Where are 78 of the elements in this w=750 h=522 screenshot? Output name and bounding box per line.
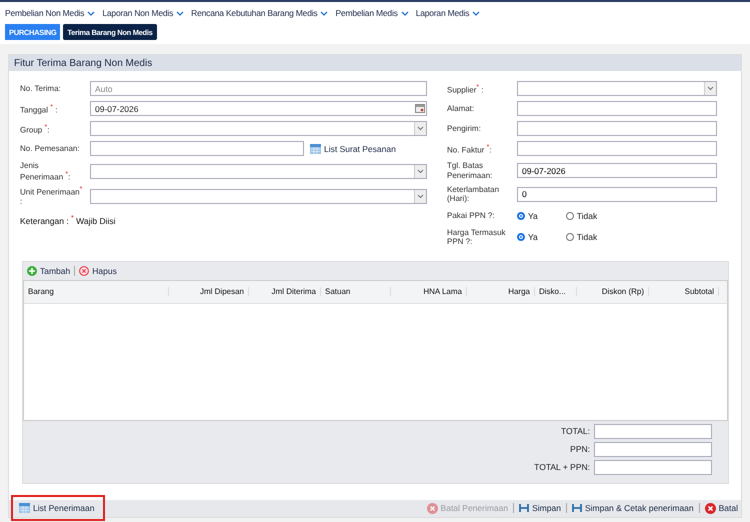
field-label: Harga Termasuk PPN ?: [447,228,507,247]
text-field[interactable] [90,141,304,156]
action-button[interactable]: Simpan [519,503,561,514]
text-field[interactable] [517,141,717,156]
chevron-down-icon[interactable] [414,164,426,178]
column-header[interactable]: Subtotal [649,287,719,296]
chevron-down-icon [87,10,96,16]
field-label: No. Pemesanan: [20,144,81,154]
chevron-down-icon [472,10,480,16]
dropdown-field[interactable] [90,121,427,136]
table-icon [310,144,321,154]
remove-icon [79,266,90,276]
field-label: Alamat: [447,104,476,114]
total-label: PPN: [570,444,590,454]
toolbar-button[interactable]: Tambah [27,266,70,276]
radio-option[interactable]: Ya [517,232,538,242]
required-note: Keterangan : $^{*}$ Wajib Diisi [20,214,117,226]
field-label: Pakai PPN ?: [447,211,496,220]
dropdown-field[interactable] [90,189,427,204]
save-icon [572,503,582,514]
column-header[interactable]: Satuan [321,287,391,296]
field-label: Group $^{*}$: [20,124,50,134]
toolbar-button[interactable]: Hapus [79,266,117,276]
plus-icon [27,266,37,276]
chevron-down-icon [176,10,184,16]
field-label: No. Faktur $^{*}$: [447,144,493,154]
column-header[interactable]: Barang [24,287,169,296]
field-label: Tanggal $^{*}$ : [20,104,58,114]
column-header[interactable]: Diskon (Rp) [577,287,649,296]
table-icon [19,503,30,514]
chevron-down-icon [400,10,409,16]
calendar-icon[interactable] [415,104,425,114]
list-penerimaan-button[interactable]: List Penerimaan [19,503,94,514]
radio-option[interactable]: Tidak [566,210,598,221]
menu-item[interactable]: Rencana Kebutuhan Barang Medis [191,6,328,20]
text-field[interactable]: Auto [90,81,427,96]
menu-item[interactable]: Laporan Medis [416,6,480,20]
field-label: Pengirim: [447,124,482,134]
chevron-down-icon[interactable] [414,122,426,136]
list-surat-pesanan-button[interactable]: List Surat Pesanan [310,144,396,154]
total-field[interactable] [594,424,712,439]
menu-item[interactable]: Pembelian Non Medis [5,6,96,20]
date-value: 09-07-2026 [95,104,138,114]
column-header[interactable]: Disko... [535,287,577,296]
action-button[interactable]: Simpan & Cetak penerimaan [572,503,694,514]
total-field[interactable] [594,460,712,475]
chevron-down-icon[interactable] [414,190,426,203]
text-field[interactable] [517,121,717,136]
field-label: No. Terima: [20,84,62,94]
cancel-icon [426,502,438,514]
column-header[interactable]: Jml Dipesan [169,287,249,296]
menu-item[interactable]: Laporan Non Medis [102,6,184,20]
field-label: Jenis Penerimaan $^{*}$: [20,161,72,182]
chevron-down-icon[interactable] [704,82,716,96]
action-button[interactable]: Batal [704,502,738,514]
field-label: Unit Penerimaan$^{*}$ : [20,186,84,207]
date-field[interactable]: 09-07-2026 [90,101,427,116]
text-field[interactable]: 0 [517,186,717,202]
dropdown-field[interactable] [517,81,717,96]
cancel-icon [704,502,716,514]
column-header[interactable]: HNA Lama [391,287,467,296]
column-header[interactable]: Jml Diterima [249,287,321,296]
total-field[interactable] [594,442,712,457]
save-icon [519,503,530,514]
field-label: Tgl. Batas Penerimaan: [447,161,494,180]
radio-option[interactable]: Ya [517,210,538,221]
dropdown-field[interactable] [90,164,427,179]
total-label: TOTAL: [561,426,590,436]
menu-item[interactable]: Pembelian Medis [335,6,409,20]
field-label: Supplier$^{*}$ : [447,84,485,94]
panel-title: Fitur Terima Barang Non Medis [14,58,152,69]
radio-option[interactable]: Tidak [566,232,598,242]
field-label: Keterlambatan (Hari): [447,184,500,204]
column-header[interactable]: Harga [467,287,535,296]
text-field[interactable] [517,101,717,116]
chevron-down-icon [320,10,328,16]
text-field[interactable]: 09-07-2026 [517,163,717,178]
total-label: TOTAL + PPN: [534,462,590,472]
